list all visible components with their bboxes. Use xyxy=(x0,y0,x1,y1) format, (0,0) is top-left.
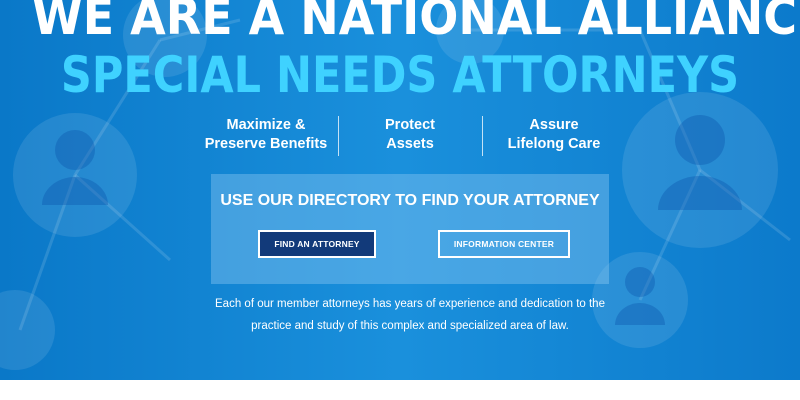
pillar-divider xyxy=(338,116,339,156)
find-attorney-button[interactable]: FIND AN ATTORNEY xyxy=(258,230,376,258)
pillar-line: Assets xyxy=(386,136,434,152)
information-center-button[interactable]: INFORMATION CENTER xyxy=(438,230,570,258)
pillar-line: Preserve Benefits xyxy=(204,136,328,152)
description-line: Each of our member attorneys has years o… xyxy=(215,298,605,310)
pillar-divider xyxy=(482,116,483,156)
pillar-line: Maximize & xyxy=(226,117,306,133)
pillar-maximize-benefits: Maximize & Preserve Benefits xyxy=(196,116,336,158)
hero-section: WE ARE A NATIONAL ALLIANCE OF SPECIAL NE… xyxy=(0,0,800,380)
pillar-line: Lifelong Care xyxy=(507,136,601,152)
hero-title-line-1: WE ARE A NATIONAL ALLIANCE OF xyxy=(32,0,800,46)
directory-heading: USE OUR DIRECTORY TO FIND YOUR ATTORNEY xyxy=(220,192,600,209)
pillar-protect-assets: Protect Assets xyxy=(340,116,480,158)
pillar-lifelong-care: Assure Lifelong Care xyxy=(484,116,624,158)
hero-title-line-2: SPECIAL NEEDS ATTORNEYS xyxy=(60,46,740,104)
pillar-line: Assure xyxy=(529,117,579,133)
directory-panel: USE OUR DIRECTORY TO FIND YOUR ATTORNEY … xyxy=(211,174,609,284)
description-line: practice and study of this complex and s… xyxy=(251,320,569,332)
member-description: Each of our member attorneys has years o… xyxy=(150,293,670,337)
pillar-line: Protect xyxy=(385,117,435,133)
